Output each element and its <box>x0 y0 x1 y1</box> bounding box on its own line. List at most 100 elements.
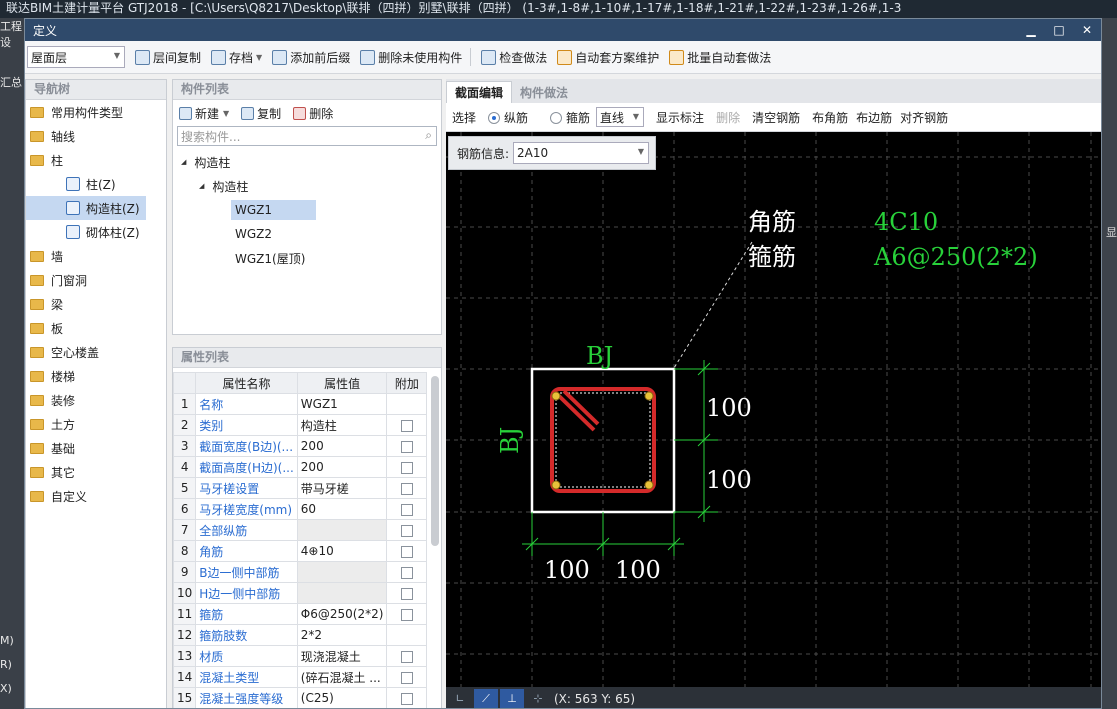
extra-checkbox[interactable] <box>400 608 413 621</box>
section-canvas[interactable]: 角筋 箍筋 4C10 A6@250(2*2) BJ BJ 100 100 100… <box>446 132 1101 687</box>
nav-item[interactable]: 门窗洞 <box>26 268 166 292</box>
nav-item[interactable]: 柱(Z) <box>26 172 166 196</box>
property-row[interactable]: 13 材质 现浇混凝土 <box>172 645 428 667</box>
extra-checkbox[interactable] <box>400 692 413 705</box>
property-row[interactable]: 5 马牙槎设置 带马牙槎 <box>172 477 428 499</box>
extra-checkbox[interactable] <box>400 587 413 600</box>
ortho-icon[interactable]: ∟ <box>448 689 472 709</box>
delete-unused-button[interactable]: 删除未使用构件 <box>360 49 462 66</box>
extra-checkbox[interactable] <box>400 650 413 663</box>
expand-arrow-icon[interactable]: ◢ <box>181 158 186 166</box>
property-value[interactable]: WGZ1 <box>296 393 388 415</box>
corner-bar[interactable] <box>644 480 654 490</box>
property-value[interactable]: (碎石混凝土 ... <box>296 666 388 688</box>
property-value[interactable]: 带马牙槎 <box>296 477 388 499</box>
extra-checkbox[interactable] <box>400 440 413 453</box>
nav-item[interactable]: 柱 <box>26 148 166 172</box>
property-value[interactable] <box>296 582 388 604</box>
property-row[interactable]: 4 截面高度(H边)(... 200 <box>172 456 428 478</box>
corner-bar[interactable] <box>644 391 654 401</box>
stirrup-radio[interactable]: 箍筋 <box>550 109 590 126</box>
property-row[interactable]: 2 类别 构造柱 <box>172 414 428 436</box>
show-label-button[interactable]: 显示标注 <box>656 109 704 126</box>
component-tree-item[interactable]: ◢ 构造柱 <box>173 150 441 174</box>
line-mode-select[interactable]: 直线 ▼ <box>596 107 645 127</box>
property-value[interactable]: 60 <box>296 498 388 520</box>
nav-item[interactable]: 自定义 <box>26 484 166 508</box>
extra-checkbox[interactable] <box>400 482 413 495</box>
rebar-info-select[interactable]: 2A10 ▼ <box>513 142 650 164</box>
property-row[interactable]: 7 全部纵筋 <box>172 519 428 541</box>
nav-item[interactable]: 砌体柱(Z) <box>26 220 166 244</box>
nav-item[interactable]: 墙 <box>26 244 166 268</box>
extra-checkbox[interactable] <box>400 503 413 516</box>
nav-item[interactable]: 装修 <box>26 388 166 412</box>
property-row[interactable]: 8 角筋 4⊕10 <box>172 540 428 562</box>
property-row[interactable]: 9 B边一侧中部筋 <box>172 561 428 583</box>
delete-rebar-button[interactable]: 删除 <box>716 109 740 126</box>
property-row[interactable]: 3 截面宽度(B边)(... 200 <box>172 435 428 457</box>
auto-scheme-button[interactable]: 自动套方案维护 <box>557 49 659 66</box>
property-value[interactable]: 2*2 <box>296 624 388 646</box>
nav-item[interactable]: 基础 <box>26 436 166 460</box>
delete-button[interactable]: 删除 <box>309 105 333 122</box>
new-button[interactable]: 新建 <box>195 105 219 122</box>
long-bar-radio[interactable]: 纵筋 <box>488 109 528 126</box>
select-tool[interactable]: 选择 <box>452 109 476 126</box>
place-corner-button[interactable]: 布角筋 <box>812 109 848 126</box>
check-method-button[interactable]: 检查做法 <box>481 49 547 66</box>
property-value[interactable] <box>296 561 388 583</box>
property-value[interactable]: 200 <box>296 456 388 478</box>
property-row[interactable]: 1 名称 WGZ1 <box>172 393 428 415</box>
property-row[interactable]: 12 箍筋肢数 2*2 <box>172 624 428 646</box>
nav-item[interactable]: 常用构件类型 <box>26 100 166 124</box>
property-row[interactable]: 11 箍筋 Φ6@250(2*2) <box>172 603 428 625</box>
nav-item[interactable]: 板 <box>26 316 166 340</box>
property-value[interactable]: (C25) <box>296 687 388 708</box>
nav-item[interactable]: 土方 <box>26 412 166 436</box>
clear-rebar-button[interactable]: 清空钢筋 <box>752 109 800 126</box>
property-value[interactable]: 构造柱 <box>296 414 388 436</box>
minimize-button[interactable]: ▁ <box>1017 19 1045 41</box>
expand-arrow-icon[interactable]: ◢ <box>199 182 204 190</box>
property-value[interactable]: Φ6@250(2*2) <box>296 603 388 625</box>
extra-checkbox[interactable] <box>400 671 413 684</box>
nav-item[interactable]: 构造柱(Z) <box>26 196 146 220</box>
align-rebar-button[interactable]: 对齐钢筋 <box>900 109 948 126</box>
extra-checkbox[interactable] <box>400 461 413 474</box>
corner-bar[interactable] <box>551 480 561 490</box>
nav-item[interactable]: 楼梯 <box>26 364 166 388</box>
extra-checkbox[interactable] <box>400 545 413 558</box>
property-row[interactable]: 6 马牙槎宽度(mm) 60 <box>172 498 428 520</box>
component-tree-item[interactable]: WGZ2 <box>173 222 441 246</box>
property-scrollbar[interactable] <box>431 376 439 546</box>
property-row[interactable]: 15 混凝土强度等级 (C25) <box>172 687 428 708</box>
snap-line-icon[interactable]: ⟋ <box>474 688 498 708</box>
nav-item[interactable]: 其它 <box>26 460 166 484</box>
property-value[interactable]: 现浇混凝土 <box>296 645 388 667</box>
batch-auto-method-button[interactable]: 批量自动套做法 <box>669 49 771 66</box>
property-value[interactable] <box>296 519 388 541</box>
property-value[interactable]: 200 <box>296 435 388 457</box>
nav-item[interactable]: 轴线 <box>26 124 166 148</box>
component-search-input[interactable]: 搜索构件... ⌕ <box>177 126 437 146</box>
tab-section-edit[interactable]: 截面编辑 <box>446 81 513 103</box>
floor-select[interactable]: 屋面层 ▼ <box>27 46 125 68</box>
extra-checkbox[interactable] <box>400 524 413 537</box>
extra-checkbox[interactable] <box>400 419 413 432</box>
copy-between-floors-button[interactable]: 层间复制 <box>135 49 201 66</box>
extra-checkbox[interactable] <box>400 566 413 579</box>
coord-input-icon[interactable]: ⊹ <box>526 689 550 709</box>
snap-point-icon[interactable]: ⊥ <box>500 688 524 708</box>
component-tree-item[interactable]: ◢ 构造柱 <box>173 174 441 198</box>
nav-item[interactable]: 梁 <box>26 292 166 316</box>
add-prefix-suffix-button[interactable]: 添加前后缀 <box>272 49 350 66</box>
tab-component-method[interactable]: 构件做法 <box>512 81 576 103</box>
property-value[interactable]: 4⊕10 <box>296 540 388 562</box>
property-row[interactable]: 10 H边一侧中部筋 <box>172 582 428 604</box>
corner-bar[interactable] <box>551 391 561 401</box>
copy-button[interactable]: 复制 <box>257 105 281 122</box>
component-tree-item[interactable]: WGZ1(屋顶) <box>173 246 441 270</box>
close-button[interactable]: ✕ <box>1073 19 1101 41</box>
place-edge-button[interactable]: 布边筋 <box>856 109 892 126</box>
